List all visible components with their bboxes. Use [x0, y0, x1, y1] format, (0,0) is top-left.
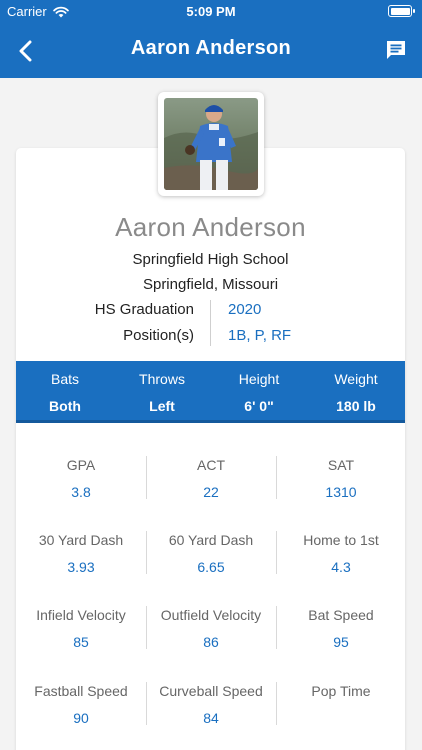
stat-bat-speed: Bat Speed 95: [276, 607, 406, 650]
battery-icon: [388, 5, 415, 17]
band-value: Left: [149, 398, 175, 414]
stat-gpa: GPA 3.8: [16, 457, 146, 500]
stat-fastball-speed: Fastball Speed 90: [16, 683, 146, 726]
physical-stats-band: Bats Both Throws Left Height 6' 0" Weigh…: [16, 361, 405, 423]
stat-act: ACT 22: [146, 457, 276, 500]
stat-curveball-speed: Curveball Speed 84: [146, 683, 276, 726]
band-item-bats: Bats Both: [19, 371, 111, 414]
band-label: Bats: [50, 371, 79, 387]
band-item-throws: Throws Left: [116, 371, 208, 414]
band-value: Both: [49, 398, 81, 414]
player-city: Springfield, Missouri: [142, 276, 279, 293]
player-name: Aaron Anderson: [115, 212, 306, 242]
grid-divider: [146, 606, 147, 649]
stat-value: 95: [333, 634, 349, 650]
grid-divider: [276, 682, 277, 725]
nav-row: Aaron Anderson: [0, 24, 422, 78]
stat-value: 22: [203, 484, 219, 500]
info-divider: [210, 300, 211, 346]
status-time: 5:09 PM: [186, 4, 236, 19]
player-photo: [158, 92, 264, 196]
grid-divider: [276, 531, 277, 574]
stat-value: 86: [203, 634, 219, 650]
stat-label: Pop Time: [311, 683, 371, 699]
band-item-height: Height 6' 0": [213, 371, 305, 414]
stat-value: 4.3: [331, 559, 351, 575]
player-photo-image: [164, 98, 258, 190]
grid-divider: [276, 456, 277, 499]
navigation-bar: Carrier 5:09 PM Aaron Anderson: [0, 0, 422, 78]
stat-value: 84: [203, 710, 219, 726]
band-value: 180 lb: [336, 398, 376, 414]
graduation-label: HS Graduation: [94, 301, 194, 318]
battery-fill: [390, 7, 410, 15]
stat-value: 1310: [325, 484, 357, 500]
stat-infield-velocity: Infield Velocity 85: [16, 607, 146, 650]
stat-label: SAT: [327, 457, 355, 473]
grid-divider: [146, 531, 147, 574]
positions-value: 1B, P, RF: [228, 327, 292, 344]
stat-value: 85: [73, 634, 89, 650]
stat-value: 3.93: [67, 559, 95, 575]
band-label: Height: [238, 371, 280, 387]
stat-label: 60 Yard Dash: [168, 532, 254, 548]
stat-label: ACT: [197, 457, 225, 473]
player-school: Springfield High School: [132, 251, 289, 268]
stat-label: Bat Speed: [308, 607, 374, 623]
stat-label: Curveball Speed: [159, 683, 263, 699]
stat-label: Fastball Speed: [34, 683, 128, 699]
stat-30-yard-dash: 30 Yard Dash 3.93: [16, 532, 146, 575]
stat-label: Home to 1st: [303, 532, 379, 548]
grid-divider: [146, 456, 147, 499]
stat-home-to-first: Home to 1st 4.3: [276, 532, 406, 575]
graduation-value: 2020: [228, 301, 262, 318]
stat-label: Outfield Velocity: [160, 607, 262, 623]
stat-value: 6.65: [197, 559, 225, 575]
band-label: Throws: [139, 371, 185, 387]
stat-pop-time: Pop Time: [276, 683, 406, 710]
stat-value: 3.8: [71, 484, 91, 500]
stat-60-yard-dash: 60 Yard Dash 6.65: [146, 532, 276, 575]
stat-label: 30 Yard Dash: [38, 532, 124, 548]
band-value: 6' 0": [244, 398, 274, 414]
stat-outfield-velocity: Outfield Velocity 86: [146, 607, 276, 650]
nav-title: Aaron Anderson: [130, 37, 292, 59]
grid-divider: [276, 606, 277, 649]
status-bar: Carrier 5:09 PM: [0, 0, 422, 24]
stat-sat: SAT 1310: [276, 457, 406, 500]
grid-divider: [146, 682, 147, 725]
stat-label: Infield Velocity: [36, 607, 126, 623]
stat-value: 90: [73, 710, 89, 726]
stat-label: GPA: [66, 457, 96, 473]
message-icon: [387, 41, 405, 59]
positions-label: Position(s): [123, 327, 194, 344]
band-item-weight: Weight 180 lb: [310, 371, 402, 414]
band-label: Weight: [334, 371, 378, 387]
message-button[interactable]: [382, 36, 410, 64]
